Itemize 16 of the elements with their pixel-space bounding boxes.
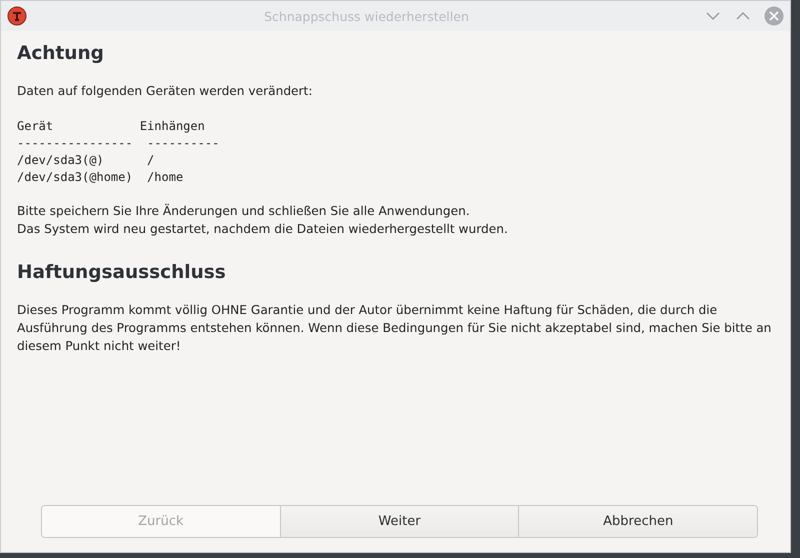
section-heading: Haftungsausschluss	[17, 262, 227, 283]
paragraph-text: Bitte speichern Sie Ihre Änderungen und schließen Sie alle Anwendungen.	[17, 202, 471, 220]
close-icon[interactable]	[764, 6, 784, 26]
device-line: Gerät Einhängen	[17, 118, 206, 135]
device-line: ---------------- ----------	[17, 135, 220, 152]
minimize-icon[interactable]	[706, 11, 720, 21]
paragraph-text: Dieses Programm kommt völlig OHNE Garantie und der Autor übernimmt keine Haftung für Schäden, die durch die Ausführung des Programms entstehen können. Wenn diese Bedingungen für Sie nicht akzeptabel sind, machen Sie bitte an diesem Punkt nicht weiter!	[17, 302, 772, 355]
dialog-button[interactable]: Abbrechen	[518, 506, 757, 537]
app-icon	[7, 6, 27, 26]
device-line: /dev/sda3(@) /	[17, 152, 156, 169]
section-heading: Achtung	[17, 43, 105, 64]
maximize-icon[interactable]	[736, 11, 750, 21]
device-line: /dev/sda3(@home) /home	[17, 169, 184, 186]
dialog-button[interactable]: Weiter	[280, 506, 518, 537]
paragraph-text: Daten auf folgenden Geräten werden verändert:	[17, 83, 314, 100]
paragraph-text: Das System wird neu gestartet, nachdem die Dateien wiederhergestellt wurden.	[17, 221, 509, 238]
